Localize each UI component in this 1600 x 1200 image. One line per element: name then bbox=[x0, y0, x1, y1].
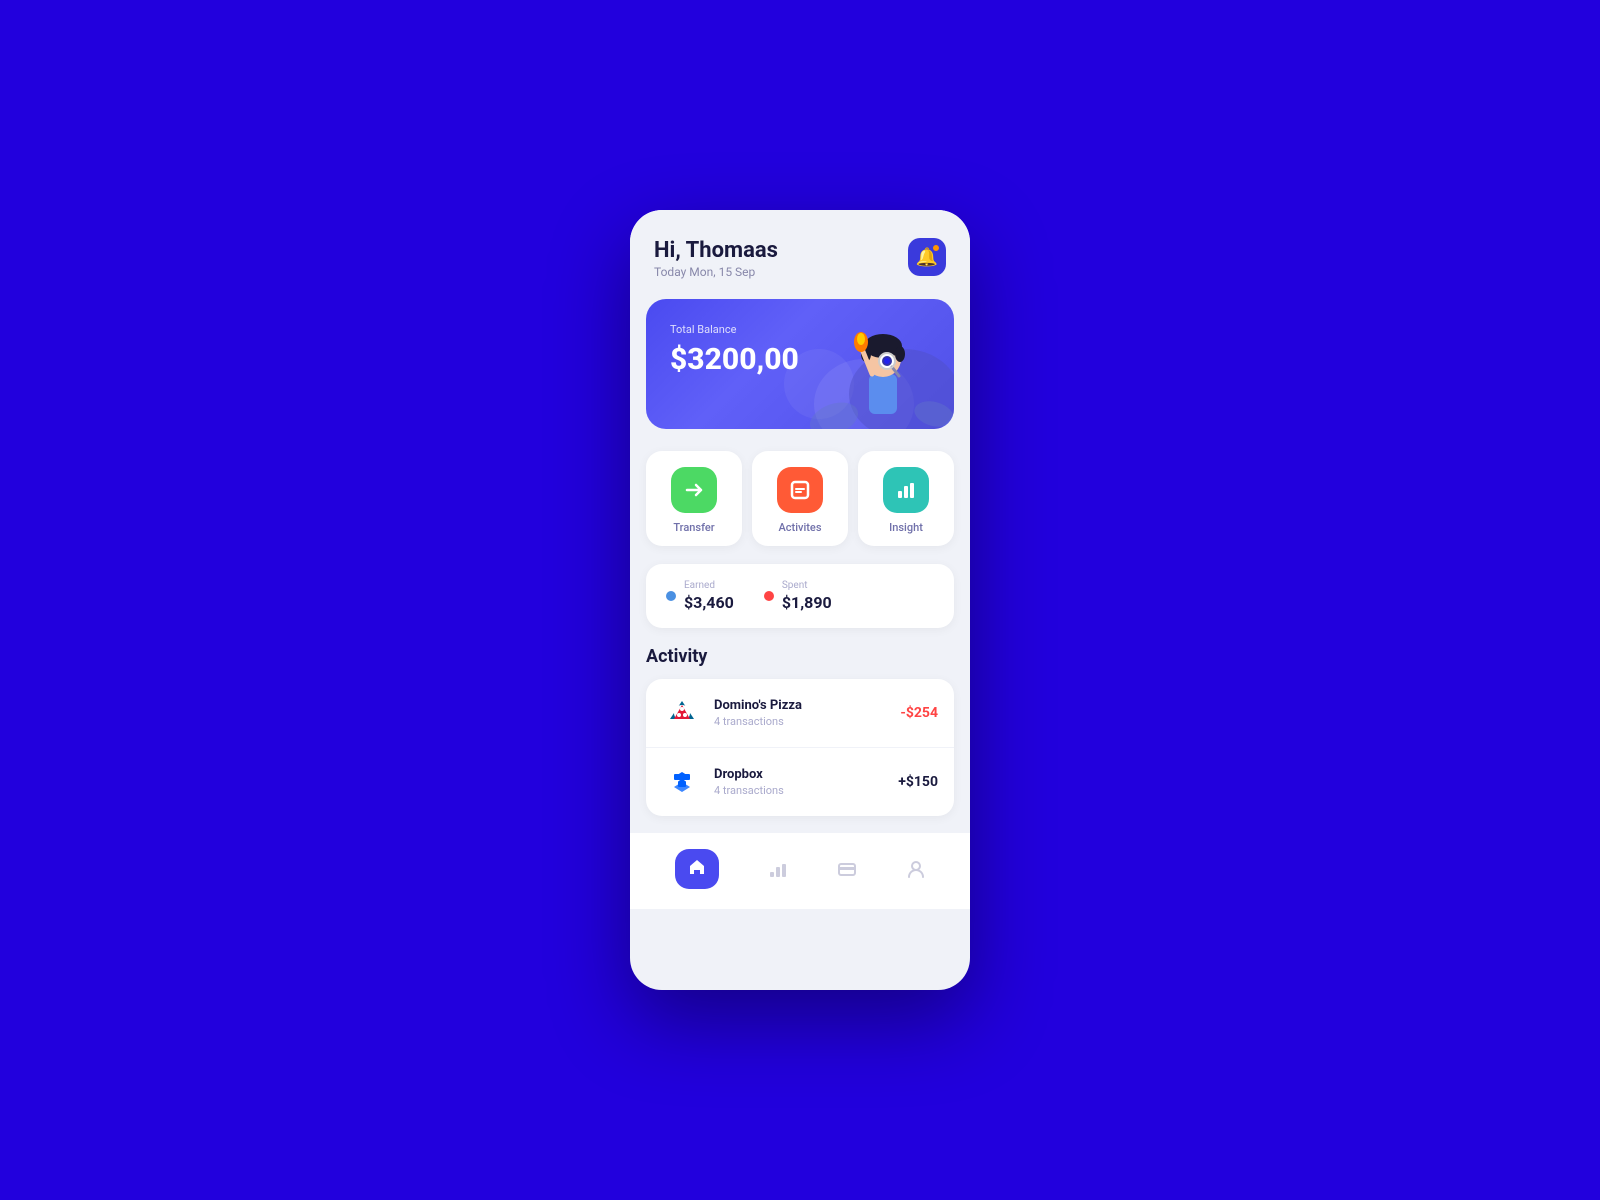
nav-item-profile[interactable] bbox=[896, 855, 936, 883]
dominos-transactions: 4 transactions bbox=[714, 715, 888, 728]
activity-list: Domino's Pizza 4 transactions -$254 bbox=[646, 679, 954, 816]
quick-actions: Transfer Activites Insight bbox=[646, 451, 954, 546]
dropbox-logo bbox=[662, 762, 702, 802]
transfer-label: Transfer bbox=[673, 521, 714, 534]
dropbox-transactions: 4 transactions bbox=[714, 784, 886, 797]
notification-button[interactable]: 🔔 bbox=[908, 238, 946, 276]
activites-icon bbox=[777, 467, 823, 513]
activity-section: Activity bbox=[646, 646, 954, 816]
activity-item-dominos[interactable]: Domino's Pizza 4 transactions -$254 bbox=[646, 679, 954, 748]
dropbox-name: Dropbox bbox=[714, 767, 886, 782]
nav-item-cards[interactable] bbox=[827, 855, 867, 883]
dominos-name: Domino's Pizza bbox=[714, 698, 888, 713]
activites-action[interactable]: Activites bbox=[752, 451, 848, 546]
phone-container: Hi, Thomaas Today Mon, 15 Sep 🔔 Total Ba… bbox=[630, 210, 970, 990]
greeting-section: Hi, Thomaas Today Mon, 15 Sep bbox=[654, 238, 778, 279]
dropbox-amount: +$150 bbox=[898, 774, 938, 790]
card-illustration bbox=[804, 304, 954, 429]
activity-item-dropbox[interactable]: Dropbox 4 transactions +$150 bbox=[646, 748, 954, 816]
spent-stat: Spent $1,890 bbox=[764, 580, 832, 612]
stats-card: Earned $3,460 Spent $1,890 bbox=[646, 564, 954, 628]
dominos-logo bbox=[662, 693, 702, 733]
notification-dot bbox=[932, 244, 940, 252]
greeting-date: Today Mon, 15 Sep bbox=[654, 265, 778, 279]
spent-value: $1,890 bbox=[782, 593, 832, 612]
bottom-nav bbox=[630, 832, 970, 909]
activity-title: Activity bbox=[646, 646, 954, 667]
nav-item-home[interactable] bbox=[665, 845, 729, 893]
dominos-info: Domino's Pizza 4 transactions bbox=[714, 698, 888, 728]
activites-label: Activites bbox=[779, 521, 822, 534]
insight-action[interactable]: Insight bbox=[858, 451, 954, 546]
greeting-name: Hi, Thomaas bbox=[654, 238, 778, 263]
insight-icon bbox=[883, 467, 929, 513]
nav-item-stats[interactable] bbox=[758, 855, 798, 883]
earned-stat: Earned $3,460 bbox=[666, 580, 734, 612]
spent-label: Spent bbox=[782, 580, 832, 591]
spent-dot bbox=[764, 591, 774, 601]
earned-value: $3,460 bbox=[684, 593, 734, 612]
dropbox-info: Dropbox 4 transactions bbox=[714, 767, 886, 797]
transfer-icon bbox=[671, 467, 717, 513]
transfer-action[interactable]: Transfer bbox=[646, 451, 742, 546]
earned-label: Earned bbox=[684, 580, 734, 591]
header: Hi, Thomaas Today Mon, 15 Sep 🔔 bbox=[630, 210, 970, 291]
insight-label: Insight bbox=[889, 521, 923, 534]
dominos-amount: -$254 bbox=[900, 705, 938, 721]
balance-card[interactable]: Total Balance $3200,00 bbox=[646, 299, 954, 429]
earned-dot bbox=[666, 591, 676, 601]
